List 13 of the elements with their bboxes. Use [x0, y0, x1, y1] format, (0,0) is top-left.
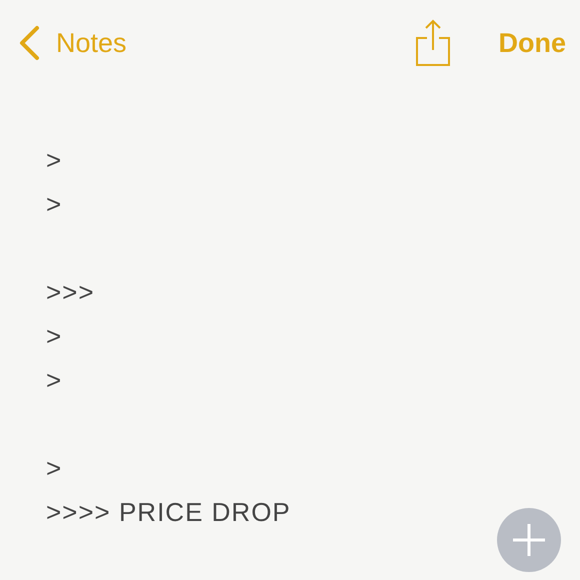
note-line: > [46, 452, 64, 485]
note-line: >>> [46, 276, 96, 309]
share-icon [414, 19, 450, 67]
note-line: > [46, 320, 64, 353]
note-line: >>>> PRICE DROP [46, 496, 292, 529]
share-button[interactable] [414, 19, 450, 67]
chevron-left-icon [18, 25, 40, 61]
note-line: > [46, 188, 64, 221]
note-line: > [46, 144, 64, 177]
back-button[interactable]: Notes [18, 25, 127, 61]
done-button[interactable]: Done [498, 30, 566, 56]
plus-icon [512, 523, 546, 557]
note-line: > [46, 364, 64, 397]
